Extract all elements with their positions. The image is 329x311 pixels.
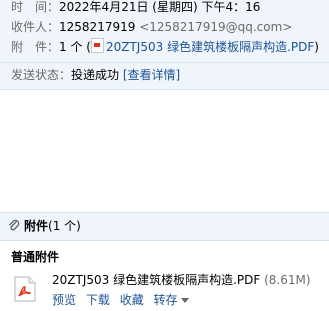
attachment-count: 1 个	[59, 40, 83, 54]
attachment-label: 附 件：	[11, 40, 60, 54]
status-detail-link[interactable]: [查看详情]	[123, 68, 180, 82]
status-label: 发送状态：	[11, 68, 72, 82]
download-link[interactable]: 下载	[86, 293, 110, 307]
attachment-row: 附 件：1 个 (20ZTJ503 绿色建筑楼板隔声构造.PDF)	[11, 36, 319, 56]
pdf-file-icon[interactable]	[14, 276, 36, 302]
header-divider	[0, 62, 329, 63]
status-row: 发送状态：投递成功 [查看详情]	[11, 66, 180, 84]
email-header: 时 间：2022年4月21日 (星期四) 下午4：16 收件人：12582179…	[0, 0, 329, 90]
attachment-link[interactable]: 20ZTJ503 绿色建筑楼板隔声构造.PDF	[106, 40, 314, 54]
recipient-label: 收件人：	[11, 20, 60, 34]
attachment-group-label: 普通附件	[11, 250, 60, 264]
attachment-actions: 预览 下载 收藏 转存	[52, 291, 189, 308]
chevron-down-icon[interactable]	[180, 298, 189, 304]
time-label: 时 间：	[11, 0, 60, 14]
attachment-file-size: (8.61M)	[264, 273, 311, 287]
attachments-title: 附件	[24, 219, 49, 233]
save-to-link[interactable]: 转存	[154, 293, 178, 307]
attachment-close-paren: )	[314, 40, 319, 54]
recipient-name[interactable]: 1258217919	[59, 20, 135, 34]
recipient-row: 收件人：1258217919 <1258217919@qq.com>	[11, 18, 292, 36]
preview-link[interactable]: 预览	[52, 293, 76, 307]
attachment-file-row: 20ZTJ503 绿色建筑楼板隔声构造.PDF (8.61M)	[52, 271, 311, 288]
attachments-count: (1 个)	[48, 219, 81, 233]
favorite-link[interactable]: 收藏	[120, 293, 144, 307]
attachment-file-name[interactable]: 20ZTJ503 绿色建筑楼板隔声构造.PDF	[52, 273, 260, 287]
pdf-file-icon	[90, 38, 104, 53]
status-value: 投递成功	[71, 68, 120, 82]
attachments-title-wrap: 附件(1 个)	[24, 217, 81, 234]
time-value: 2022年4月21日 (星期四) 下午4：16	[59, 0, 261, 14]
paperclip-icon	[9, 219, 20, 231]
time-row: 时 间：2022年4月21日 (星期四) 下午4：16	[11, 0, 260, 16]
recipient-email: <1258217919@qq.com>	[139, 20, 293, 34]
email-body	[0, 90, 329, 212]
attachments-header: 附件(1 个)	[0, 212, 329, 241]
